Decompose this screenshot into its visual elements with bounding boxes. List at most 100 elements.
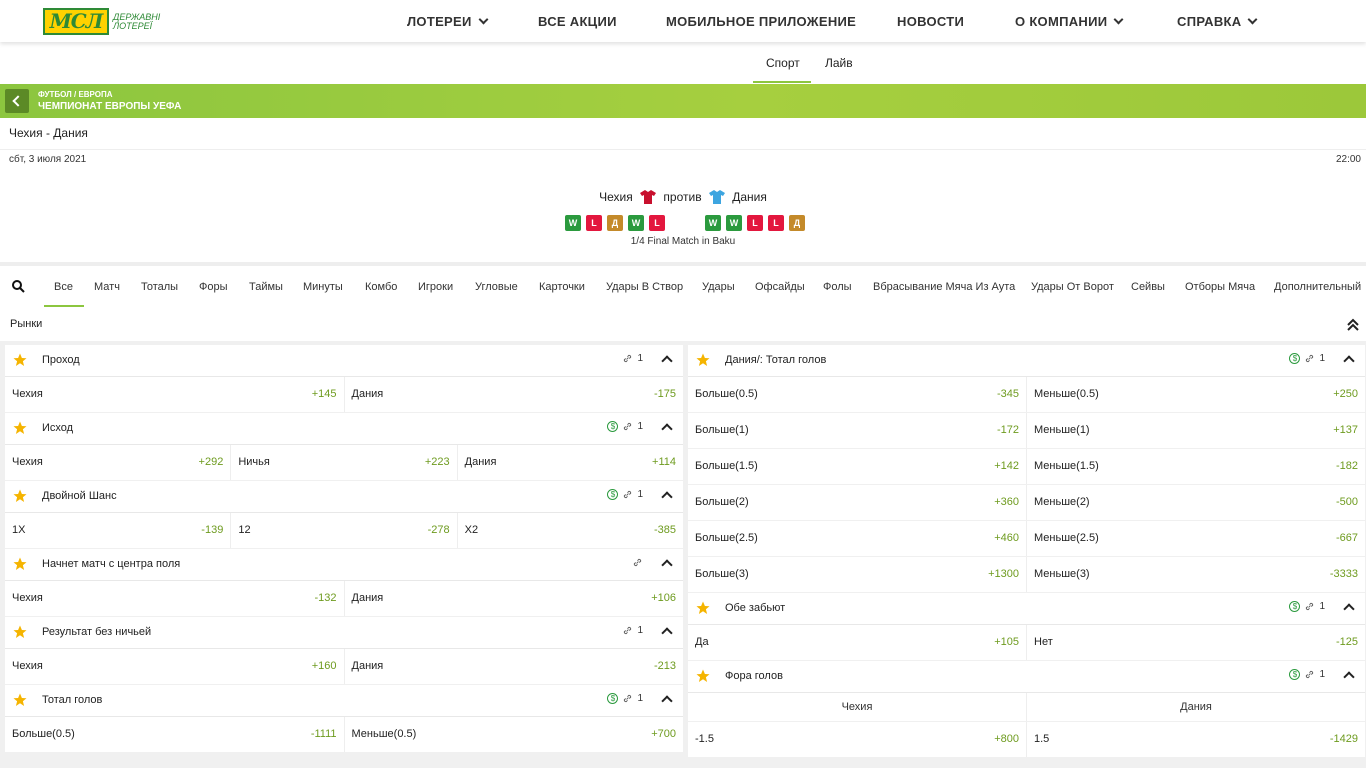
filter-tab[interactable]: Комбо — [365, 281, 397, 293]
odds-cell[interactable]: 12 -278 — [231, 513, 458, 548]
odds-cell[interactable]: X2 -385 — [458, 513, 683, 548]
filter-tab[interactable]: Карточки — [539, 281, 585, 293]
odds-cell[interactable]: Больше(0.5) -345 — [688, 377, 1027, 412]
filter-tab[interactable]: Вбрасывание Мяча Из Аута — [873, 281, 1015, 293]
filter-tab[interactable]: Фолы — [823, 281, 852, 293]
odds-cell[interactable]: Дания -175 — [345, 377, 684, 412]
odds-cell[interactable]: Больше(1.5) +142 — [688, 449, 1027, 484]
odds-cell[interactable]: Меньше(2.5) -667 — [1027, 521, 1365, 556]
chevron-up-icon[interactable] — [661, 695, 673, 707]
odds-value: +800 — [994, 733, 1019, 745]
market-header[interactable]: Результат без ничьей 1 — [5, 617, 683, 649]
filter-tab[interactable]: Игроки — [418, 281, 453, 293]
odds-cell[interactable]: Да +105 — [688, 625, 1027, 660]
chevron-up-icon[interactable] — [661, 559, 673, 571]
filter-tab[interactable]: Сейвы — [1131, 281, 1165, 293]
filter-tab[interactable]: Матч — [94, 281, 120, 293]
odds-cell[interactable]: Больше(2) +360 — [688, 485, 1027, 520]
odds-cell[interactable]: Дания -213 — [345, 649, 684, 684]
star-icon[interactable] — [13, 625, 27, 639]
odds-cell[interactable]: Чехия +145 — [5, 377, 345, 412]
star-icon[interactable] — [696, 601, 710, 615]
odds-cell[interactable]: Меньше(3) -3333 — [1027, 557, 1365, 592]
odds-cell[interactable]: -1.5 +800 — [688, 722, 1027, 757]
chevron-up-icon[interactable] — [661, 491, 673, 503]
odds-cell[interactable]: Меньше(1) +137 — [1027, 413, 1365, 448]
filter-tab[interactable]: Удары В Створ — [606, 281, 683, 293]
star-icon[interactable] — [13, 557, 27, 571]
collapse-all-icon[interactable] — [1346, 318, 1360, 332]
market-header[interactable]: Тотал голов $1 — [5, 685, 683, 717]
filter-tab[interactable]: Все — [54, 281, 73, 293]
nav-news[interactable]: НОВОСТИ — [897, 14, 964, 29]
chevron-up-icon[interactable] — [1343, 355, 1355, 367]
breadcrumb[interactable]: ФУТБОЛ / ЕВРОПА — [38, 90, 113, 99]
odds-cell[interactable]: Дания +114 — [458, 445, 683, 480]
odds-cell[interactable]: Больше(1) -172 — [688, 413, 1027, 448]
selection-label: Дания — [351, 388, 384, 400]
market-title: Результат без ничьей — [42, 626, 152, 638]
filter-tab[interactable]: Таймы — [249, 281, 283, 293]
odds-cell[interactable]: Меньше(0.5) +700 — [345, 717, 684, 752]
star-icon[interactable] — [696, 353, 710, 367]
star-icon[interactable] — [696, 669, 710, 683]
star-icon[interactable] — [13, 693, 27, 707]
odds-cell[interactable]: Меньше(1.5) -182 — [1027, 449, 1365, 484]
chevron-up-icon[interactable] — [1343, 671, 1355, 683]
filter-tab[interactable]: Офсайды — [755, 281, 805, 293]
odds-cell[interactable]: Чехия +160 — [5, 649, 345, 684]
odds-cell[interactable]: 1X -139 — [5, 513, 232, 548]
chevron-up-icon[interactable] — [661, 355, 673, 367]
market-header[interactable]: Начнет матч с центра поля — [5, 549, 683, 581]
market-header[interactable]: Дания/: Тотал голов $1 — [688, 345, 1365, 377]
filter-tab[interactable]: Отборы Мяча — [1185, 281, 1255, 293]
odds-cell[interactable]: Дания +106 — [345, 581, 684, 616]
market-header[interactable]: Проход 1 — [5, 345, 683, 377]
filter-tab[interactable]: Угловые — [475, 281, 518, 293]
odds-cell[interactable]: Больше(2.5) +460 — [688, 521, 1027, 556]
star-icon[interactable] — [13, 421, 27, 435]
back-button[interactable] — [5, 89, 29, 113]
market-block: Тотал голов $1 Больше(0.5) -1111 Меньше(0.5)… — [5, 685, 683, 752]
filter-tab[interactable]: Тоталы — [141, 281, 178, 293]
filter-tab[interactable]: Дополнительный — [1274, 281, 1361, 293]
nav-lotteries[interactable]: ЛОТЕРЕИ — [407, 14, 489, 29]
market-header[interactable]: Двойной Шанс $1 — [5, 481, 683, 513]
odds-cell[interactable]: Чехия +292 — [5, 445, 232, 480]
odds-cell[interactable]: Меньше(2) -500 — [1027, 485, 1365, 520]
nav-about[interactable]: О КОМПАНИИ — [1015, 14, 1124, 29]
chevron-up-icon[interactable] — [1343, 603, 1355, 615]
market-icons: 1 — [622, 353, 643, 364]
star-icon[interactable] — [13, 353, 27, 367]
odds-cell[interactable]: Больше(0.5) -1111 — [5, 717, 345, 752]
filter-tab[interactable]: Удары От Ворот — [1031, 281, 1114, 293]
filter-tab[interactable]: Форы — [199, 281, 228, 293]
nav-mobile-app[interactable]: МОБИЛЬНОЕ ПРИЛОЖЕНИЕ — [666, 14, 856, 29]
odds-cell[interactable]: Ничья +223 — [231, 445, 458, 480]
tab-live[interactable]: Лайв — [825, 56, 853, 70]
nav-promotions[interactable]: ВСЕ АКЦИИ — [538, 14, 617, 29]
tab-sport[interactable]: Спорт — [766, 56, 800, 70]
selection-label: -1.5 — [695, 733, 714, 745]
chevron-up-icon[interactable] — [661, 423, 673, 435]
market-header[interactable]: Фора голов $1 — [688, 661, 1365, 693]
chevron-up-icon[interactable] — [661, 627, 673, 639]
odds-cell[interactable]: Меньше(0.5) +250 — [1027, 377, 1365, 412]
form-badge: W — [705, 215, 721, 231]
filter-tab[interactable]: Удары — [702, 281, 735, 293]
odds-cell[interactable]: 1.5 -1429 — [1027, 722, 1365, 757]
selection-label: Меньше(2.5) — [1034, 532, 1099, 544]
odds-cell[interactable]: Чехия -132 — [5, 581, 345, 616]
odds-row: Больше(0.5) -345 Меньше(0.5) +250 — [688, 377, 1365, 412]
market-header[interactable]: Обе забьют $1 — [688, 593, 1365, 625]
market-header[interactable]: Исход $1 — [5, 413, 683, 445]
nav-label: МОБИЛЬНОЕ ПРИЛОЖЕНИЕ — [666, 14, 857, 29]
nav-help[interactable]: СПРАВКА — [1177, 14, 1258, 29]
league-title: ЧЕМПИОНАТ ЕВРОПЫ УЕФА — [38, 101, 182, 112]
filter-tab[interactable]: Минуты — [303, 281, 343, 293]
star-icon[interactable] — [13, 489, 27, 503]
odds-cell[interactable]: Больше(3) +1300 — [688, 557, 1027, 592]
nav-label: ВСЕ АКЦИИ — [538, 14, 617, 29]
search-icon[interactable] — [12, 280, 25, 293]
odds-cell[interactable]: Нет -125 — [1027, 625, 1365, 660]
